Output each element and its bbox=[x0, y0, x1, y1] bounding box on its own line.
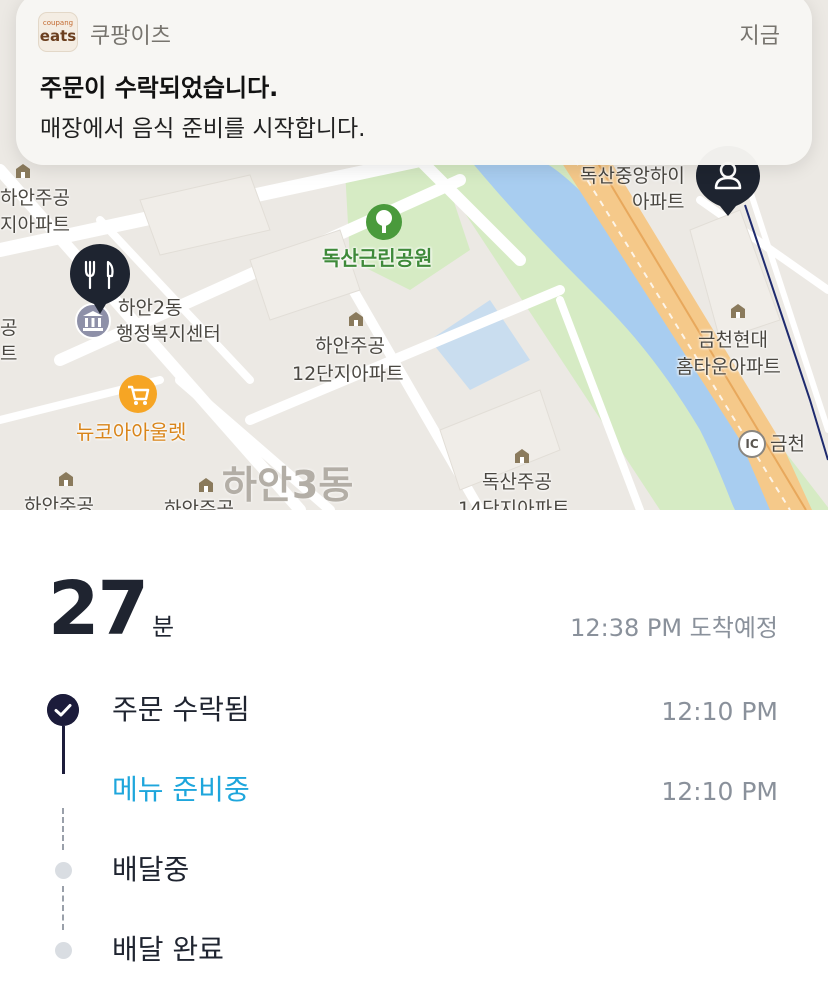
app-icon-brand: coupang bbox=[42, 19, 74, 27]
step-label: 배달 완료 bbox=[112, 933, 224, 966]
map-label: 금천 bbox=[770, 433, 805, 455]
map-label: 지아파트 bbox=[0, 214, 70, 236]
step-time: 12:10 PM bbox=[661, 697, 778, 726]
timeline-step-accepted: 주문 수락됨 12:10 PM bbox=[0, 690, 828, 740]
map-label: 홈타운아파트 bbox=[676, 356, 781, 378]
map-label-store: 뉴코아아울렛 bbox=[76, 420, 187, 444]
push-notification[interactable]: coupang eats 쿠팡이츠 지금 주문이 수락되었습니다. 매장에서 음… bbox=[16, 0, 812, 165]
app-icon: coupang eats bbox=[38, 12, 78, 52]
building-icon bbox=[349, 312, 363, 326]
map-label: 금천현대 bbox=[698, 329, 768, 351]
notification-app-name: 쿠팡이츠 bbox=[90, 24, 171, 49]
map-label: 하안2동 bbox=[118, 297, 183, 319]
map-label: 하안주공 bbox=[164, 498, 234, 510]
building-icon bbox=[59, 472, 73, 486]
map-label: 독산주공 bbox=[482, 471, 552, 493]
map-label-park: 독산근린공원 bbox=[322, 246, 433, 270]
app-icon-text: eats bbox=[39, 27, 77, 45]
building-icon bbox=[16, 164, 30, 178]
building-icon bbox=[199, 478, 213, 492]
pending-dot-icon bbox=[55, 942, 72, 959]
order-tracking-screen: IC 하안주공 지아파트 독산중앙하이 아파트 독산근린공원 하안2동 행정복지… bbox=[0, 0, 828, 986]
step-label-active: 메뉴 준비중 bbox=[112, 773, 250, 806]
shopping-cart-icon bbox=[119, 375, 157, 413]
map-label: 행정복지센터 bbox=[116, 323, 221, 345]
interchange-badge: IC bbox=[738, 430, 766, 458]
map-label: 하안주공 bbox=[315, 335, 385, 357]
timeline-step-delivering: 배달중 bbox=[0, 850, 828, 900]
park-icon bbox=[366, 204, 402, 240]
building-icon bbox=[731, 304, 745, 318]
map-label: 트 bbox=[0, 343, 18, 365]
map-label: 하안주공 bbox=[0, 187, 70, 209]
step-time: 12:10 PM bbox=[661, 777, 778, 806]
map-label: 12단지아파트 bbox=[292, 363, 404, 385]
notification-body: 매장에서 음식 준비를 시작합니다. bbox=[40, 116, 366, 142]
map-label: 하안주공 bbox=[24, 495, 94, 510]
step-label: 주문 수락됨 bbox=[112, 693, 250, 726]
pending-dot-icon bbox=[55, 862, 72, 879]
order-status-panel: 27 분 12:38 PM 도착예정 주문 수락됨 12:10 PM 메뉴 준비… bbox=[0, 510, 828, 986]
eta-arrival-time: 12:38 PM 도착예정 bbox=[570, 614, 778, 642]
timeline-step-delivered: 배달 완료 bbox=[0, 930, 828, 980]
eta-unit: 분 bbox=[152, 613, 175, 641]
eta-minutes: 27 bbox=[48, 566, 149, 652]
map-label: 아파트 bbox=[632, 191, 685, 213]
check-icon bbox=[47, 694, 79, 726]
notification-time: 지금 bbox=[739, 24, 780, 49]
notification-title: 주문이 수락되었습니다. bbox=[40, 74, 279, 102]
map-label-district: 하안3동 bbox=[222, 463, 354, 507]
building-icon bbox=[515, 449, 529, 463]
step-label: 배달중 bbox=[112, 853, 190, 886]
map-label: 공 bbox=[0, 317, 18, 339]
map-label: 독산중앙하이 bbox=[580, 165, 685, 187]
timeline-step-preparing: 메뉴 준비중 12:10 PM bbox=[0, 770, 828, 820]
map-label: 14단지아파트 bbox=[458, 498, 570, 510]
